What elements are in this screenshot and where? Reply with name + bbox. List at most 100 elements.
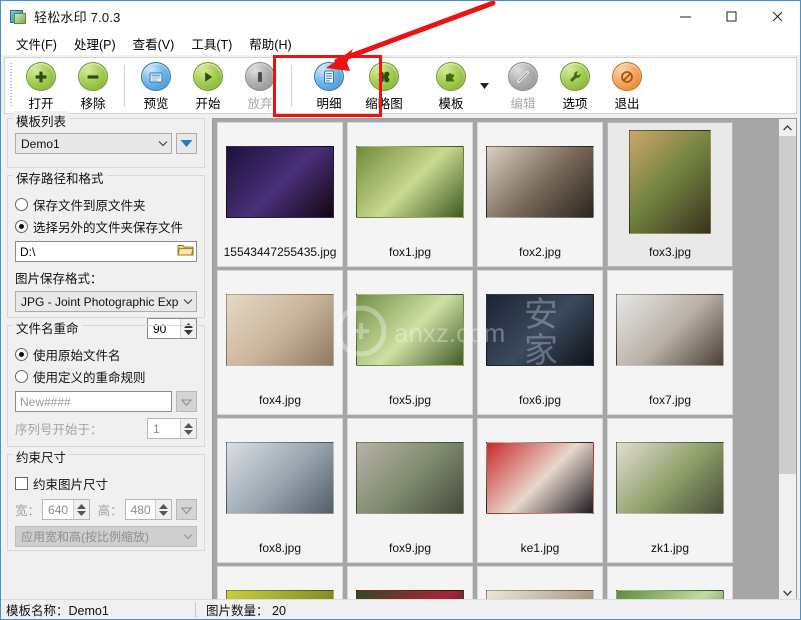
radio-icon-original	[15, 198, 28, 211]
rename-pattern-input[interactable]: New####	[15, 391, 172, 412]
template-select[interactable]: Demo1	[15, 133, 172, 154]
image-format-select[interactable]: JPG - Joint Photographic Experts (	[15, 291, 197, 312]
thumbnail-tile[interactable]: zk1.jpg	[607, 418, 733, 563]
size-preset-dropdown	[176, 499, 198, 520]
toolbar-label-template: 模板	[438, 97, 464, 111]
toolbar-button-abort: 放弃	[234, 59, 286, 112]
thumbnail-preview	[616, 294, 724, 366]
thumbnail-tile[interactable]	[217, 566, 343, 601]
radio-icon-use-custom	[15, 370, 28, 383]
toolbar-separator-1	[124, 64, 125, 107]
thumbnail-tile[interactable]: fox4.jpg	[217, 270, 343, 415]
thumbnail-filename: fox7.jpg	[648, 393, 692, 407]
status-template-value: Demo1	[68, 604, 109, 618]
minimize-icon[interactable]	[662, 1, 708, 32]
menu-item-process[interactable]: 处理(P)	[66, 32, 125, 55]
toolbar-button-options[interactable]: 选项	[549, 59, 601, 112]
radio-save-original-folder[interactable]: 保存文件到原文件夹	[15, 195, 197, 214]
blue-chevron-down-icon	[180, 137, 193, 151]
template-manage-button[interactable]	[176, 133, 197, 154]
thumbnail-image	[356, 574, 464, 601]
thumbnail-filename: fox9.jpg	[388, 541, 432, 555]
plus-circle-icon	[26, 62, 56, 91]
thumbnail-row: 15543447255435.jpg fox1.jpg fox2.jpg fox3.j…	[213, 119, 779, 267]
toolbar-label-exit: 退出	[614, 97, 640, 111]
toolbar-button-details[interactable]: 明细	[303, 59, 355, 112]
height-value: 480	[130, 502, 151, 517]
thumbnail-tile[interactable]: 15543447255435.jpg	[217, 122, 343, 267]
title-bar: 轻松水印 7.0.3	[1, 1, 800, 32]
thumbnail-circle-icon	[369, 62, 399, 91]
toolbar-label-open: 打开	[28, 97, 54, 111]
toolbar-label-options: 选项	[562, 97, 588, 111]
toolbar-button-open[interactable]: 打开	[15, 59, 67, 112]
file-rename-title: 文件名重命	[13, 318, 82, 337]
thumbnail-tile[interactable]: fox9.jpg	[347, 418, 473, 563]
toolbar-button-remove[interactable]: 移除	[67, 59, 119, 112]
toolbar-label-preview: 预览	[143, 97, 169, 111]
checkbox-label-constrain: 约束图片尺寸	[33, 478, 109, 492]
menu-item-file[interactable]: 文件(F)	[8, 32, 66, 55]
thumbnail-preview	[629, 130, 711, 234]
rename-pattern-dropdown[interactable]	[176, 391, 197, 412]
radio-use-custom-rule[interactable]: 使用定义的重命规则	[15, 367, 197, 386]
sequence-start-stepper: 1	[147, 418, 197, 439]
file-rename-group: 文件名重命 使用原始文件名 使用定义的重命规则 New#### 序列号开始于： …	[7, 318, 205, 447]
toolbar-button-exit[interactable]: 退出	[601, 59, 653, 112]
thumbnail-image	[226, 574, 334, 601]
thumbnail-tile[interactable]	[347, 566, 473, 601]
radio-use-original-name[interactable]: 使用原始文件名	[15, 345, 197, 364]
thumbnail-preview	[356, 442, 464, 514]
toolbar-button-edit: 编辑	[497, 59, 549, 112]
toolbar-button-thumbnail[interactable]: 缩略图	[355, 59, 413, 112]
scrollbar-track[interactable]	[779, 136, 796, 584]
menu-item-tools[interactable]: 工具(T)	[183, 32, 241, 55]
toolbar-button-start[interactable]: 开始	[182, 59, 234, 112]
thumbnail-tile[interactable]: fox3.jpg	[607, 122, 733, 267]
checkbox-constrain-size[interactable]: 约束图片尺寸	[15, 474, 197, 493]
width-value: 640	[48, 502, 69, 517]
thumbnail-view[interactable]: 15543447255435.jpg fox1.jpg fox2.jpg fox3.j…	[212, 118, 797, 602]
maximize-icon[interactable]	[708, 1, 754, 32]
save-path-input[interactable]: D:\	[15, 241, 197, 262]
stepper-arrows-icon	[180, 419, 196, 438]
thumbnail-preview	[226, 294, 334, 366]
thumbnail-tile[interactable]: fox1.jpg	[347, 122, 473, 267]
scrollbar-thumb[interactable]	[779, 136, 796, 474]
folder-icon[interactable]	[177, 243, 194, 260]
minus-circle-icon	[78, 62, 108, 91]
radio-save-other-folder[interactable]: 选择另外的文件夹保存文件	[15, 217, 197, 236]
vertical-scrollbar[interactable]	[779, 119, 796, 601]
thumbnail-preview	[486, 442, 594, 514]
sequence-start-label: 序列号开始于：	[15, 423, 103, 437]
stop-circle-icon	[245, 62, 275, 91]
stepper-arrows-icon	[72, 500, 89, 519]
thumbnail-tile[interactable]: ke1.jpg	[477, 418, 603, 563]
thumbnail-tile[interactable]: fox5.jpg	[347, 270, 473, 415]
thumbnail-tile[interactable]: fox7.jpg	[607, 270, 733, 415]
close-icon[interactable]	[754, 1, 800, 32]
thumbnail-tile[interactable]: fox2.jpg	[477, 122, 603, 267]
thumbnail-preview	[616, 442, 724, 514]
toolbar: 打开 移除 预览 开始 放弃 明细 缩略图 模板 编辑 选项 退出	[4, 57, 797, 114]
thumbnail-filename: fox5.jpg	[388, 393, 432, 407]
thumbnail-tile[interactable]: fox8.jpg	[217, 418, 343, 563]
thumbnail-tile[interactable]	[477, 566, 603, 601]
scroll-up-chevron-up-icon[interactable]	[779, 119, 796, 136]
toolbar-label-start: 开始	[195, 97, 221, 111]
thumbnail-image	[356, 130, 464, 234]
toolbar-button-template[interactable]: 模板	[425, 59, 477, 112]
menu-bar: 文件(F) 处理(P) 查看(V) 工具(T) 帮助(H)	[1, 32, 800, 55]
template-select-value: Demo1	[21, 136, 60, 151]
toolbar-grip[interactable]	[7, 63, 15, 108]
thumbnail-tile[interactable]	[607, 566, 733, 601]
toolbar-label-thumbnail: 缩略图	[365, 97, 403, 111]
thumbnail-tile[interactable]: fox6.jpg	[477, 270, 603, 415]
template-dropdown-chevron-down-icon[interactable]	[477, 59, 491, 112]
sequence-start-value: 1	[153, 421, 160, 436]
toolbar-button-preview[interactable]: 预览	[130, 59, 182, 112]
menu-item-help[interactable]: 帮助(H)	[241, 32, 300, 55]
thumbnail-preview	[226, 146, 334, 218]
thumbnail-filename: fox3.jpg	[648, 245, 692, 259]
menu-item-view[interactable]: 查看(V)	[125, 32, 184, 55]
